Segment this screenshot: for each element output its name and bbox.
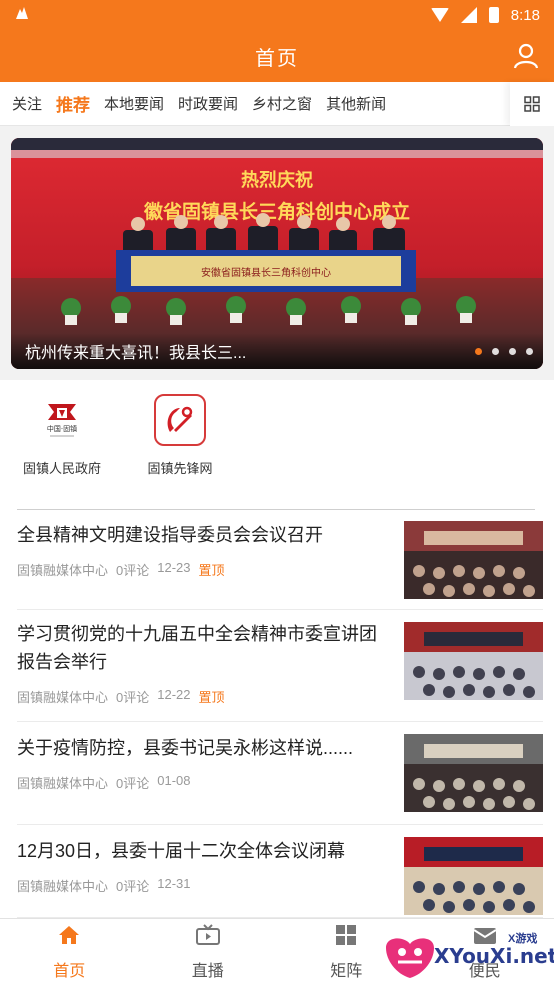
carousel-dot[interactable] <box>526 348 533 355</box>
news-pinned: 置顶 <box>198 563 225 578</box>
news-item[interactable]: 全县精神文明建设指导委员会会议召开固镇融媒体中心 0评论 12-23 置顶 <box>17 509 543 610</box>
news-title: 关于疫情防控，县委书记吴永彬这样说...... <box>17 738 354 758</box>
watermark-small-text: X游戏 <box>508 933 538 945</box>
battery-icon <box>488 7 499 23</box>
news-meta: 固镇融媒体中心 0评论 01-08 <box>17 773 191 792</box>
nav-item-0[interactable]: 首页 <box>0 919 139 986</box>
tv-icon <box>195 924 221 951</box>
news-item[interactable]: 关于疫情防控，县委书记吴永彬这样说...... 固镇融媒体中心 0评论 01-08 <box>17 722 543 825</box>
news-date: 12-22 <box>157 687 191 702</box>
tab-4[interactable]: 乡村之窗 <box>252 93 312 114</box>
watermark: XYouXi.net X游戏 <box>380 930 554 984</box>
watermark-text: XYouXi.net <box>434 944 554 968</box>
status-time: 8:18 <box>510 6 540 24</box>
government-emblem-icon: 中国·固镇 <box>36 394 88 446</box>
news-meta: 固镇融媒体中心 0评论 12-22 置顶 <box>17 687 225 706</box>
signal-icon <box>460 7 477 23</box>
banner-heading: 热烈庆祝 <box>241 169 313 191</box>
carousel-dots <box>475 348 533 355</box>
app-bar: 首页 <box>0 30 554 82</box>
news-thumbnail <box>404 837 543 915</box>
tab-3[interactable]: 时政要闻 <box>178 93 238 114</box>
user-icon[interactable] <box>512 42 540 70</box>
tab-0[interactable]: 关注 <box>12 93 42 114</box>
news-date: 12-23 <box>157 560 191 575</box>
news-pinned: 置顶 <box>198 690 225 705</box>
news-list: 全县精神文明建设指导委员会会议召开 固镇融媒体中心 0评论 12-23 置顶 学习贯彻党的… <box>0 505 554 918</box>
carousel-dot[interactable] <box>475 348 482 355</box>
news-title: 学习贯彻党的十九届五中全会精神市委宣讲团报告会举行 <box>17 624 377 672</box>
news-title: 全县精神文明建设指导委员会会议召开 <box>17 525 323 545</box>
nav-label: 矩阵 <box>330 963 363 980</box>
quick-links: 中国·固镇 固镇人民政府 固镇先锋网 <box>0 380 554 505</box>
government-logo-text: 中国·固镇 <box>47 424 77 433</box>
home-icon <box>56 924 82 951</box>
news-thumbnail <box>404 622 543 700</box>
news-item[interactable]: 学习贯彻党的十九届五中全会精神市委宣讲团报告会举行固镇融媒体中心 0评论 12-22… <box>17 610 543 722</box>
quick-link-label: 固镇人民政府 <box>22 461 101 476</box>
news-source: 固镇融媒体中心 <box>17 879 109 894</box>
news-thumbnail <box>404 734 543 812</box>
tab-5[interactable]: 其他新闻 <box>326 93 386 114</box>
nav-item-1[interactable]: 直播 <box>139 919 278 986</box>
carousel-dot[interactable] <box>509 348 516 355</box>
carousel-dot[interactable] <box>492 348 499 355</box>
banner-section: 热烈庆祝 徽省固镇县长三角科创中心成立 安徽省固镇县长三角科创中心 杭州传来重大… <box>0 126 554 380</box>
nav-label: 首页 <box>53 963 86 980</box>
news-source: 固镇融媒体中心 <box>17 563 109 578</box>
news-title: 12月30日，县委十届十二次全体会议闭幕 <box>17 841 346 861</box>
news-meta: 固镇融媒体中心 0评论 12-31 <box>17 876 191 895</box>
news-date: 12-31 <box>157 876 191 891</box>
party-flag-icon <box>154 394 206 446</box>
quick-link-government[interactable]: 中国·固镇 固镇人民政府 <box>18 380 106 505</box>
tab-2[interactable]: 本地要闻 <box>104 93 164 114</box>
more-categories-button[interactable] <box>510 81 554 126</box>
status-bar: 8:18 <box>0 0 554 30</box>
page-title: 首页 <box>255 47 299 70</box>
tab-1[interactable]: 推荐 <box>56 91 90 116</box>
banner-carousel[interactable]: 热烈庆祝 徽省固镇县长三角科创中心成立 安徽省固镇县长三角科创中心 杭州传来重大… <box>11 138 543 369</box>
watermark-logo-icon <box>386 938 434 978</box>
notification-icon <box>14 5 30 25</box>
news-meta: 固镇融媒体中心 0评论 12-23 置顶 <box>17 560 225 579</box>
news-item[interactable]: 12月30日，县委十届十二次全体会议闭幕固镇融媒体中心 0评论 12-31 <box>17 825 543 918</box>
news-date: 01-08 <box>157 773 191 788</box>
news-comments: 0评论 <box>116 776 150 791</box>
banner-caption-bar: 杭州传来重大喜讯！我县长三... <box>11 333 543 369</box>
banner-plaque: 安徽省固镇县长三角科创中心 <box>201 266 331 279</box>
news-comments: 0评论 <box>116 563 150 578</box>
quick-link-label: 固镇先锋网 <box>147 461 213 476</box>
news-thumbnail <box>404 521 543 599</box>
news-source: 固镇融媒体中心 <box>17 776 109 791</box>
nav-label: 直播 <box>191 963 224 980</box>
news-comments: 0评论 <box>116 879 150 894</box>
banner-caption: 杭州传来重大喜讯！我县长三... <box>25 345 247 362</box>
news-source: 固镇融媒体中心 <box>17 690 109 705</box>
matrix-icon <box>333 924 359 951</box>
news-comments: 0评论 <box>116 690 150 705</box>
grid-icon <box>524 95 540 112</box>
wifi-icon <box>430 8 449 22</box>
category-tabs: 关注 推荐 本地要闻 时政要闻 乡村之窗 其他新闻 <box>0 81 554 126</box>
quick-link-pioneer[interactable]: 固镇先锋网 <box>136 380 224 505</box>
